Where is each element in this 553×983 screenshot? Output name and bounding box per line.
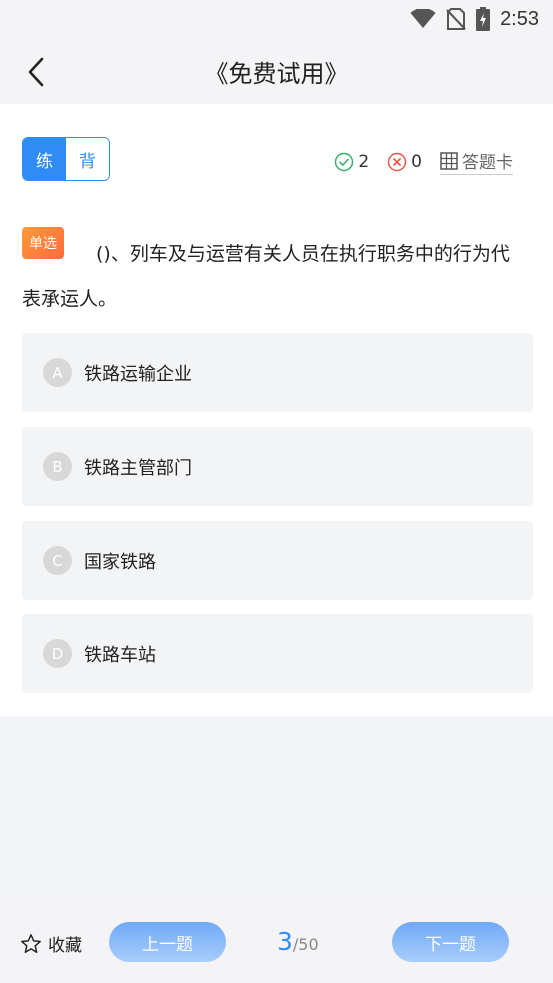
option-a[interactable]: A 铁路运输企业 bbox=[22, 333, 533, 412]
no-sim-icon bbox=[446, 8, 466, 30]
question-counter: 3 /50 bbox=[277, 927, 319, 956]
correct-count-value: 2 bbox=[358, 151, 370, 172]
battery-icon bbox=[476, 7, 491, 31]
status-bar: 2:53 bbox=[0, 0, 553, 40]
option-b[interactable]: B 铁路主管部门 bbox=[22, 427, 533, 506]
answer-stats: 2 0 答题卡 bbox=[334, 148, 513, 175]
wifi-icon bbox=[410, 9, 436, 28]
option-c[interactable]: C 国家铁路 bbox=[22, 521, 533, 600]
total-questions: /50 bbox=[292, 935, 319, 954]
option-letter: D bbox=[43, 639, 72, 668]
x-circle-icon bbox=[387, 152, 407, 171]
favorite-button[interactable]: 收藏 bbox=[20, 931, 82, 956]
option-text: 国家铁路 bbox=[84, 551, 156, 573]
tab-practice[interactable]: 练 bbox=[23, 138, 66, 180]
grid-icon bbox=[440, 151, 458, 170]
question-text: ()、列车及与运营有关人员在执行职务中的行为代表承运人。 bbox=[22, 243, 510, 310]
clock: 2:53 bbox=[500, 7, 539, 30]
answer-card-label: 答题卡 bbox=[462, 153, 513, 173]
app-header: 《免费试用》 bbox=[0, 40, 553, 104]
next-question-button[interactable]: 下一题 bbox=[392, 922, 509, 962]
tab-memorize[interactable]: 背 bbox=[66, 138, 109, 180]
page-title: 《免费试用》 bbox=[204, 60, 349, 88]
status-icons: 2:53 bbox=[410, 6, 539, 32]
correct-count: 2 bbox=[334, 152, 369, 172]
current-question-number: 3 bbox=[277, 927, 293, 956]
question-panel: 练 背 2 0 答题卡 单选 ()、列车及与运营有关人员在执行职务中的行为代表承… bbox=[0, 104, 553, 716]
star-icon bbox=[21, 933, 41, 953]
option-letter: C bbox=[43, 546, 72, 575]
prev-question-button[interactable]: 上一题 bbox=[109, 922, 226, 962]
answer-card-button[interactable]: 答题卡 bbox=[440, 148, 513, 175]
option-text: 铁路运输企业 bbox=[84, 363, 192, 385]
check-circle-icon bbox=[335, 152, 354, 171]
option-letter: B bbox=[43, 452, 72, 481]
wrong-count: 0 bbox=[387, 152, 422, 172]
mode-toggle: 练 背 bbox=[22, 137, 110, 181]
wrong-count-value: 0 bbox=[411, 151, 422, 172]
option-text: 铁路车站 bbox=[84, 644, 156, 666]
bottom-bar: 收藏 上一题 3 /50 下一题 bbox=[0, 903, 553, 983]
favorite-label: 收藏 bbox=[48, 936, 82, 956]
option-d[interactable]: D 铁路车站 bbox=[22, 614, 533, 693]
option-letter: A bbox=[43, 358, 72, 387]
option-text: 铁路主管部门 bbox=[84, 457, 192, 479]
